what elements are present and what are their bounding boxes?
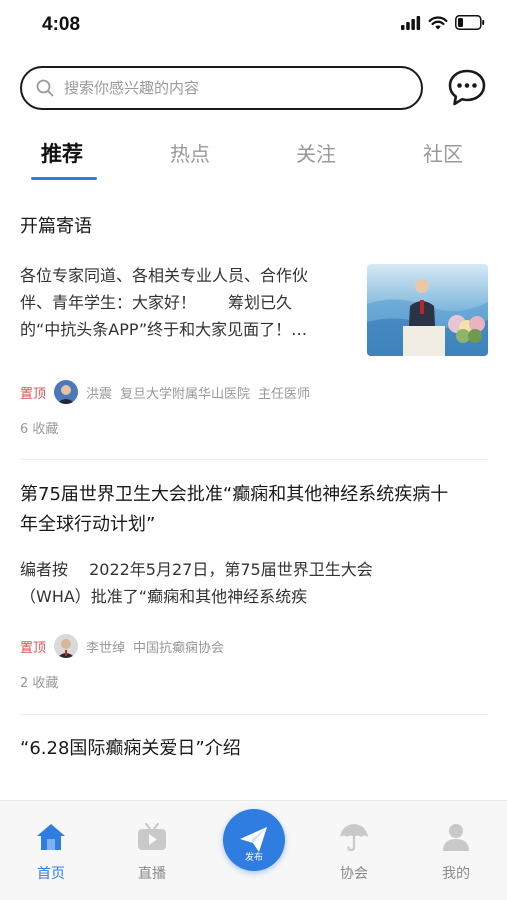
nav-association-label: 协会 [340,866,368,882]
nav-live-label: 直播 [138,866,166,882]
category-tabs: 推荐 热点 关注 社区 [0,130,507,184]
search-row [20,66,487,112]
publish-label: 发布 [244,853,263,863]
search-icon [36,79,54,97]
home-icon [37,824,65,850]
avatar[interactable] [54,380,79,404]
article-meta: 置顶 李世绰 中国抗癫痫协会 [20,634,232,658]
pinned-badge: 置顶 [20,386,47,402]
status-time: 4:08 [42,14,81,35]
favorite-count: 2 收藏 [20,676,59,691]
divider [20,459,488,460]
article-summary: 各位专家同道、各相关专业人员、合作伙 伴、青年学生：大家好！ 筹划已久 的“中抗… [20,266,309,339]
article-card[interactable]: 第75届世界卫生大会批准“癫痫和其他神经系统疾病十 年全球行动计划” 编者按 2… [20,480,488,700]
author-org: 中国抗癫痫协会 [133,640,225,656]
umbrella-icon [340,824,368,852]
signal-icon [401,15,421,30]
pinned-badge: 置顶 [20,640,47,656]
tab-hot[interactable]: 热点 [170,138,210,167]
article-title: “6.28国际癫痫关爱日”介绍 [20,738,241,759]
article-meta: 置顶 洪震 复旦大学附属华山医院 主任医师 [20,380,310,404]
active-tab-indicator [31,177,97,180]
search-input[interactable] [64,79,384,97]
divider [20,714,488,715]
tab-recommend[interactable]: 推荐 [41,138,83,168]
tv-icon [138,822,166,850]
author-role: 主任医师 [258,386,311,402]
tab-community[interactable]: 社区 [423,138,463,167]
status-bar: 4:08 [0,0,507,50]
status-icons [401,15,485,30]
battery-icon [455,15,485,30]
article-summary: 编者按 2022年5月27日，第75届世界卫生大会 （WHA）批准了“癫痫和其他… [20,560,373,606]
search-bar[interactable] [20,66,423,110]
article-thumbnail [367,264,488,356]
author-name[interactable]: 洪震 [86,383,112,402]
nav-home-label: 首页 [37,866,65,882]
article-title: 开篇寄语 [20,216,92,237]
article-card[interactable]: “6.28国际癫痫关爱日”介绍 [20,734,488,794]
message-icon[interactable] [447,68,487,108]
avatar[interactable] [54,634,79,658]
nav-mine-label: 我的 [442,866,470,882]
wifi-icon [428,15,448,29]
tab-follow[interactable]: 关注 [296,138,336,167]
article-card[interactable]: 开篇寄语 各位专家同道、各相关专业人员、合作伙 伴、青年学生：大家好！ 筹划已久… [20,212,488,442]
article-title: 第75届世界卫生大会批准“癫痫和其他神经系统疾病十 年全球行动计划” [20,484,449,535]
user-icon [443,824,469,851]
bottom-nav: 首页 直播 发布 协会 我的 [0,800,507,900]
author-name[interactable]: 李世绰 [86,637,125,656]
author-org: 复旦大学附属华山医院 [120,386,251,402]
publish-button[interactable]: 发布 [223,809,285,871]
favorite-count: 6 收藏 [20,422,59,437]
